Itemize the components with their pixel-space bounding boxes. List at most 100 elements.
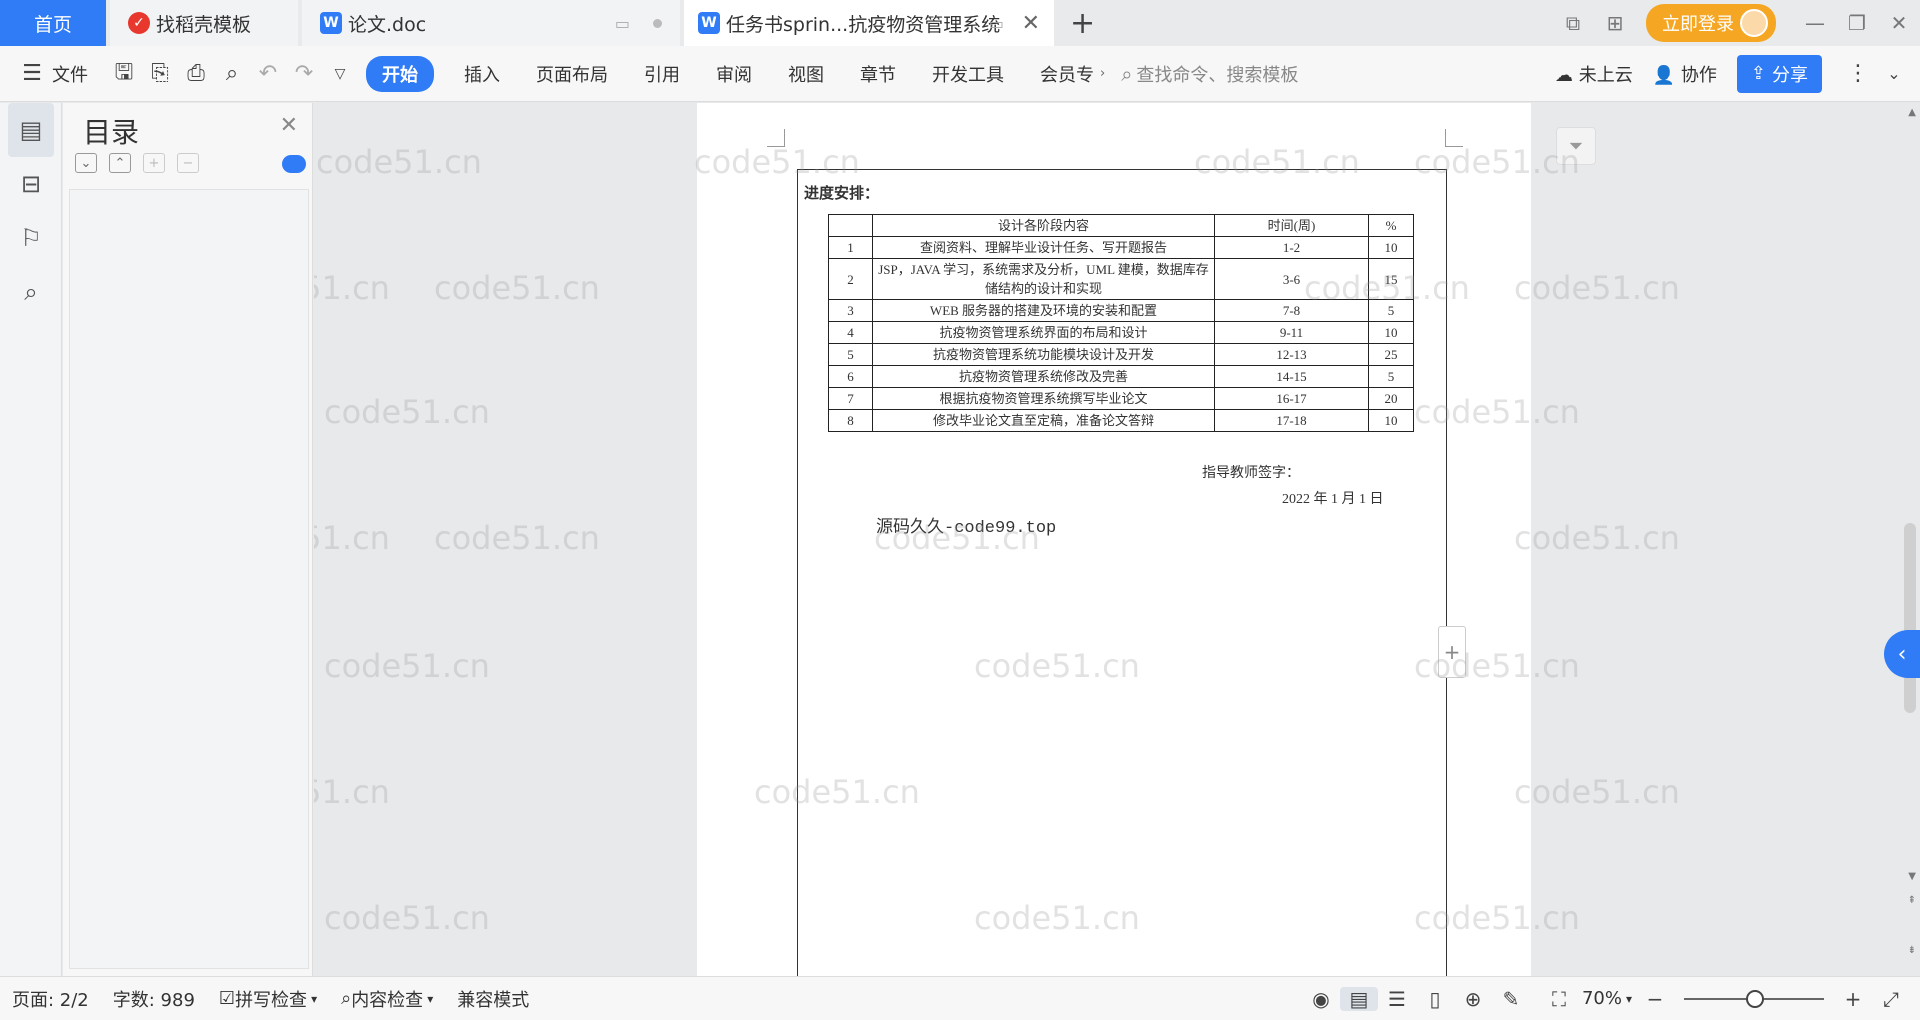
menu-member[interactable]: 会员专 (1022, 61, 1094, 87)
content-check[interactable]: ⌕ 内容检查 ▾ (329, 986, 445, 1012)
chevron-right-icon[interactable]: › (1094, 66, 1111, 81)
spell-check[interactable]: ☑ 拼写检查 ▾ (207, 986, 329, 1012)
zoom-slider-knob[interactable] (1746, 989, 1764, 1008)
find-icon[interactable]: ⌕ (0, 265, 62, 319)
table-row: 7 根据抗疫物资管理系统撰写毕业论文 16-17 20 (828, 387, 1414, 410)
login-button[interactable]: 立即登录 (1646, 4, 1776, 42)
restore-icon[interactable]: ❐ (1836, 11, 1878, 35)
toc-toggle-switch[interactable] (282, 155, 306, 173)
cloud-icon: ☁ (1555, 64, 1579, 86)
bookmark-icon[interactable]: ⚐ (0, 211, 62, 265)
menu-layout[interactable]: 页面布局 (518, 61, 626, 87)
tab-home[interactable]: 首页 (0, 0, 106, 46)
toc-panel-icon[interactable]: ▤ (8, 103, 54, 157)
vertical-scrollbar[interactable]: ▲ ▼ ⇞ ⇟ (1900, 103, 1920, 976)
zoom-out-icon[interactable]: − (1636, 987, 1674, 1011)
outline-view-icon[interactable]: ☰ (1378, 987, 1416, 1011)
chevron-down-icon: ▾ (1625, 991, 1632, 1006)
monitor-icon[interactable]: ▭ (989, 14, 1004, 33)
tab-doc-renwushu[interactable]: W 任务书sprin...抗疫物资管理系统 ▭ ✕ (684, 0, 1054, 46)
export-pdf-icon[interactable]: ⎘ (142, 61, 178, 86)
web-view-icon[interactable]: ⊕ (1454, 987, 1492, 1011)
collapse-icon[interactable]: ⌃ (109, 153, 131, 173)
expand-icon[interactable]: ⌄ (75, 153, 97, 173)
close-icon[interactable]: ✕ (280, 113, 298, 138)
filter-icon[interactable]: ⏷ (1556, 127, 1596, 165)
scroll-thumb[interactable] (1904, 523, 1916, 713)
redo-icon[interactable]: ↷ (286, 61, 322, 86)
apps-grid-icon[interactable]: ⊞ (1594, 11, 1636, 35)
page-up-icon[interactable]: ⇞ (1908, 895, 1916, 906)
close-tab-icon[interactable]: ✕ (1022, 11, 1040, 36)
table-cell: 根据抗疫物资管理系统撰写毕业论文 (872, 387, 1215, 410)
command-search[interactable]: ⌕ 查找命令、搜索模板 (1121, 61, 1298, 87)
print-icon[interactable]: ⎙ (178, 61, 214, 86)
tab-doc-lunwen-label: 论文.doc (348, 13, 427, 36)
eye-protection-icon[interactable]: ◉ (1302, 987, 1340, 1011)
save-icon[interactable]: 🖫 (106, 55, 142, 93)
table-row: 2 JSP，JAVA 学习，系统需求及分析，UML 建模，数据库存储结构的设计和… (828, 258, 1414, 300)
reading-view-icon[interactable]: ▯ (1416, 987, 1454, 1011)
write-mode-icon[interactable]: ✎ (1492, 987, 1530, 1011)
navigation-icon[interactable]: ⊟ (0, 157, 62, 211)
menu-start[interactable]: 开始 (366, 55, 434, 92)
compat-mode: 兼容模式 (457, 989, 530, 1011)
scroll-down-icon[interactable]: ▼ (1908, 871, 1916, 882)
toc-title: 目录 (83, 116, 140, 149)
menu-file[interactable]: 文件 (50, 61, 106, 87)
fit-page-icon[interactable]: ⛶ (1540, 987, 1578, 1011)
print-preview-icon[interactable]: ⌕ (214, 61, 250, 86)
scroll-up-icon[interactable]: ▲ (1908, 107, 1916, 118)
collab-button[interactable]: 👤 协作 (1643, 61, 1727, 87)
table-cell: 10 (1368, 321, 1414, 344)
zoom-value: 70% (1581, 988, 1622, 1009)
watermark-text: code51.cn (1514, 269, 1680, 307)
page-counter[interactable]: 页面: 2/2 (0, 986, 101, 1012)
schedule-table: 设计各阶段内容 时间(周) % 1 查阅资料、理解毕业设计任务、写开题报告 1-… (828, 214, 1414, 432)
search-placeholder: 查找命令、搜索模板 (1136, 64, 1299, 86)
page-down-icon[interactable]: ⇟ (1908, 945, 1916, 956)
watermark-text: code51.cn (324, 647, 490, 685)
fullscreen-icon[interactable]: ⤢ (1872, 987, 1910, 1011)
menu-insert[interactable]: 插入 (446, 61, 518, 87)
monitor-icon[interactable]: ▭ (615, 14, 630, 33)
cloud-status[interactable]: ☁ 未上云 (1545, 61, 1643, 87)
new-tab-icon[interactable]: + (1070, 6, 1095, 41)
collab-label: 协作 (1680, 64, 1717, 86)
word-count[interactable]: 字数: 989 (101, 986, 207, 1012)
more-vertical-icon[interactable]: ⋮ (1840, 61, 1876, 86)
toc-tools: ⌄ ⌃ + − (75, 153, 199, 173)
menu-view[interactable]: 视图 (770, 61, 842, 87)
minimize-icon[interactable]: — (1794, 11, 1836, 35)
login-label: 立即登录 (1662, 14, 1734, 35)
ribbon-toolbar: ☰ 文件 🖫 ⎘ ⎙ ⌕ ↶ ↷ ▽ 开始 插入 页面布局 引用 审阅 视图 章… (0, 46, 1920, 102)
crop-mark (1445, 129, 1463, 147)
close-window-icon[interactable]: ✕ (1878, 11, 1920, 35)
page-view-icon[interactable]: ▤ (1339, 986, 1378, 1011)
tab-template[interactable]: ✓ 找稻壳模板 (110, 0, 298, 46)
document-date: 2022 年 1 月 1 日 (1282, 492, 1384, 507)
quick-access-more-icon[interactable]: ▽ (322, 66, 358, 82)
tab-doc-lunwen[interactable]: W 论文.doc ▭ (302, 0, 680, 46)
table-row: 8 修改毕业论文直至定稿，准备论文答辩 17-18 10 (828, 409, 1414, 432)
reading-mode-icon[interactable]: ⧉ (1552, 11, 1594, 35)
zoom-slider[interactable] (1684, 989, 1824, 1008)
table-cell: 2 (828, 258, 873, 300)
menu-chapter[interactable]: 章节 (842, 61, 914, 87)
table-cell: 抗疫物资管理系统功能模块设计及开发 (872, 343, 1215, 366)
add-icon[interactable]: + (1438, 626, 1466, 678)
add-level-icon[interactable]: + (143, 153, 165, 173)
collapse-ribbon-icon[interactable]: ⌄ (1876, 64, 1912, 83)
menu-reference[interactable]: 引用 (626, 61, 698, 87)
zoom-level[interactable]: 70% ▾ (1578, 988, 1636, 1009)
share-button[interactable]: ⇪ 分享 (1736, 54, 1822, 93)
zoom-in-icon[interactable]: + (1834, 987, 1872, 1011)
remove-level-icon[interactable]: − (177, 153, 199, 173)
unsaved-dot-icon (653, 18, 662, 28)
undo-icon[interactable]: ↶ (250, 61, 286, 86)
menu-review[interactable]: 审阅 (698, 61, 770, 87)
menu-dev-tools[interactable]: 开发工具 (914, 61, 1022, 87)
watermark-text: code51.cn (324, 393, 490, 431)
menu-icon[interactable]: ☰ (14, 61, 50, 86)
collab-icon: 👤 (1652, 64, 1681, 86)
